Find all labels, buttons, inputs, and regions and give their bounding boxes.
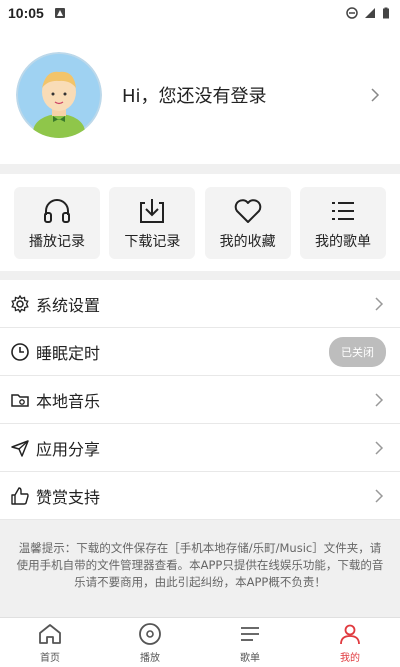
tab-label: 歌单 <box>240 653 260 664</box>
share-icon <box>11 439 29 457</box>
menu-item-local-music[interactable]: 本地音乐 <box>0 376 400 424</box>
home-icon <box>39 624 61 644</box>
user-icon <box>340 624 360 645</box>
notification-icon <box>54 8 65 18</box>
sleep-timer-toggle[interactable]: 已关闭 <box>329 336 386 367</box>
menu-label: 应用分享 <box>36 439 101 459</box>
my-favorites-button[interactable]: 我的收藏 <box>204 187 291 259</box>
menu-label: 赞赏支持 <box>36 487 101 507</box>
menu-item-support[interactable]: 赞赏支持 <box>0 472 400 520</box>
chevron-right-icon <box>375 392 384 407</box>
clock-icon <box>11 342 29 361</box>
bottom-tab-bar: 首页 播放 歌单 我的 <box>0 617 400 667</box>
menu-label: 系统设置 <box>36 295 101 315</box>
menu-item-sleep-timer[interactable]: 睡眠定时 已关闭 <box>0 328 400 376</box>
gear-icon <box>11 294 29 313</box>
status-bar: 10:05 <box>0 0 400 26</box>
thumbs-up-icon <box>11 486 29 505</box>
quick-label: 我的收藏 <box>219 234 276 250</box>
tab-playlists[interactable]: 歌单 <box>200 618 300 667</box>
tab-mine[interactable]: 我的 <box>300 618 400 667</box>
playlist-icon <box>241 627 259 641</box>
list-icon <box>331 202 354 220</box>
quick-label: 下载记录 <box>124 234 181 250</box>
tab-label: 播放 <box>140 653 160 664</box>
download-icon <box>140 199 165 223</box>
section-divider <box>0 271 400 280</box>
menu-label: 睡眠定时 <box>36 343 101 363</box>
play-history-button[interactable]: 播放记录 <box>14 187 100 259</box>
folder-music-icon <box>11 393 29 407</box>
heart-icon <box>234 199 261 223</box>
chevron-right-icon <box>375 488 384 503</box>
tab-label: 首页 <box>40 653 60 664</box>
avatar[interactable] <box>16 52 102 138</box>
section-divider <box>0 164 400 174</box>
chevron-right-icon <box>375 440 384 455</box>
my-playlists-button[interactable]: 我的歌单 <box>299 187 386 259</box>
login-greeting[interactable]: Hi，您还没有登录 <box>122 82 366 108</box>
quick-label: 播放记录 <box>29 234 85 250</box>
avatar-illustration-icon <box>16 52 102 138</box>
settings-menu: 系统设置 睡眠定时 已关闭 本地音乐 应用分享 赞赏支持 <box>0 280 400 520</box>
tab-label: 我的 <box>340 653 360 664</box>
status-time: 10:05 <box>8 5 44 21</box>
chevron-right-icon[interactable] <box>366 86 384 104</box>
tab-play[interactable]: 播放 <box>100 618 200 667</box>
battery-icon <box>383 7 389 19</box>
signal-icon <box>365 8 375 18</box>
download-history-button[interactable]: 下载记录 <box>109 187 196 259</box>
chevron-right-icon <box>375 296 384 311</box>
menu-label: 本地音乐 <box>36 391 101 411</box>
menu-item-settings[interactable]: 系统设置 <box>0 280 400 328</box>
dnd-icon <box>346 7 358 19</box>
tab-home[interactable]: 首页 <box>0 618 100 667</box>
profile-header[interactable]: Hi，您还没有登录 <box>0 26 400 164</box>
quick-actions: 播放记录 下载记录 我的收藏 我的歌单 <box>0 174 400 271</box>
quick-label: 我的歌单 <box>314 234 371 250</box>
play-disc-icon <box>139 623 161 645</box>
menu-item-share-app[interactable]: 应用分享 <box>0 424 400 472</box>
headphones-icon <box>44 199 70 223</box>
